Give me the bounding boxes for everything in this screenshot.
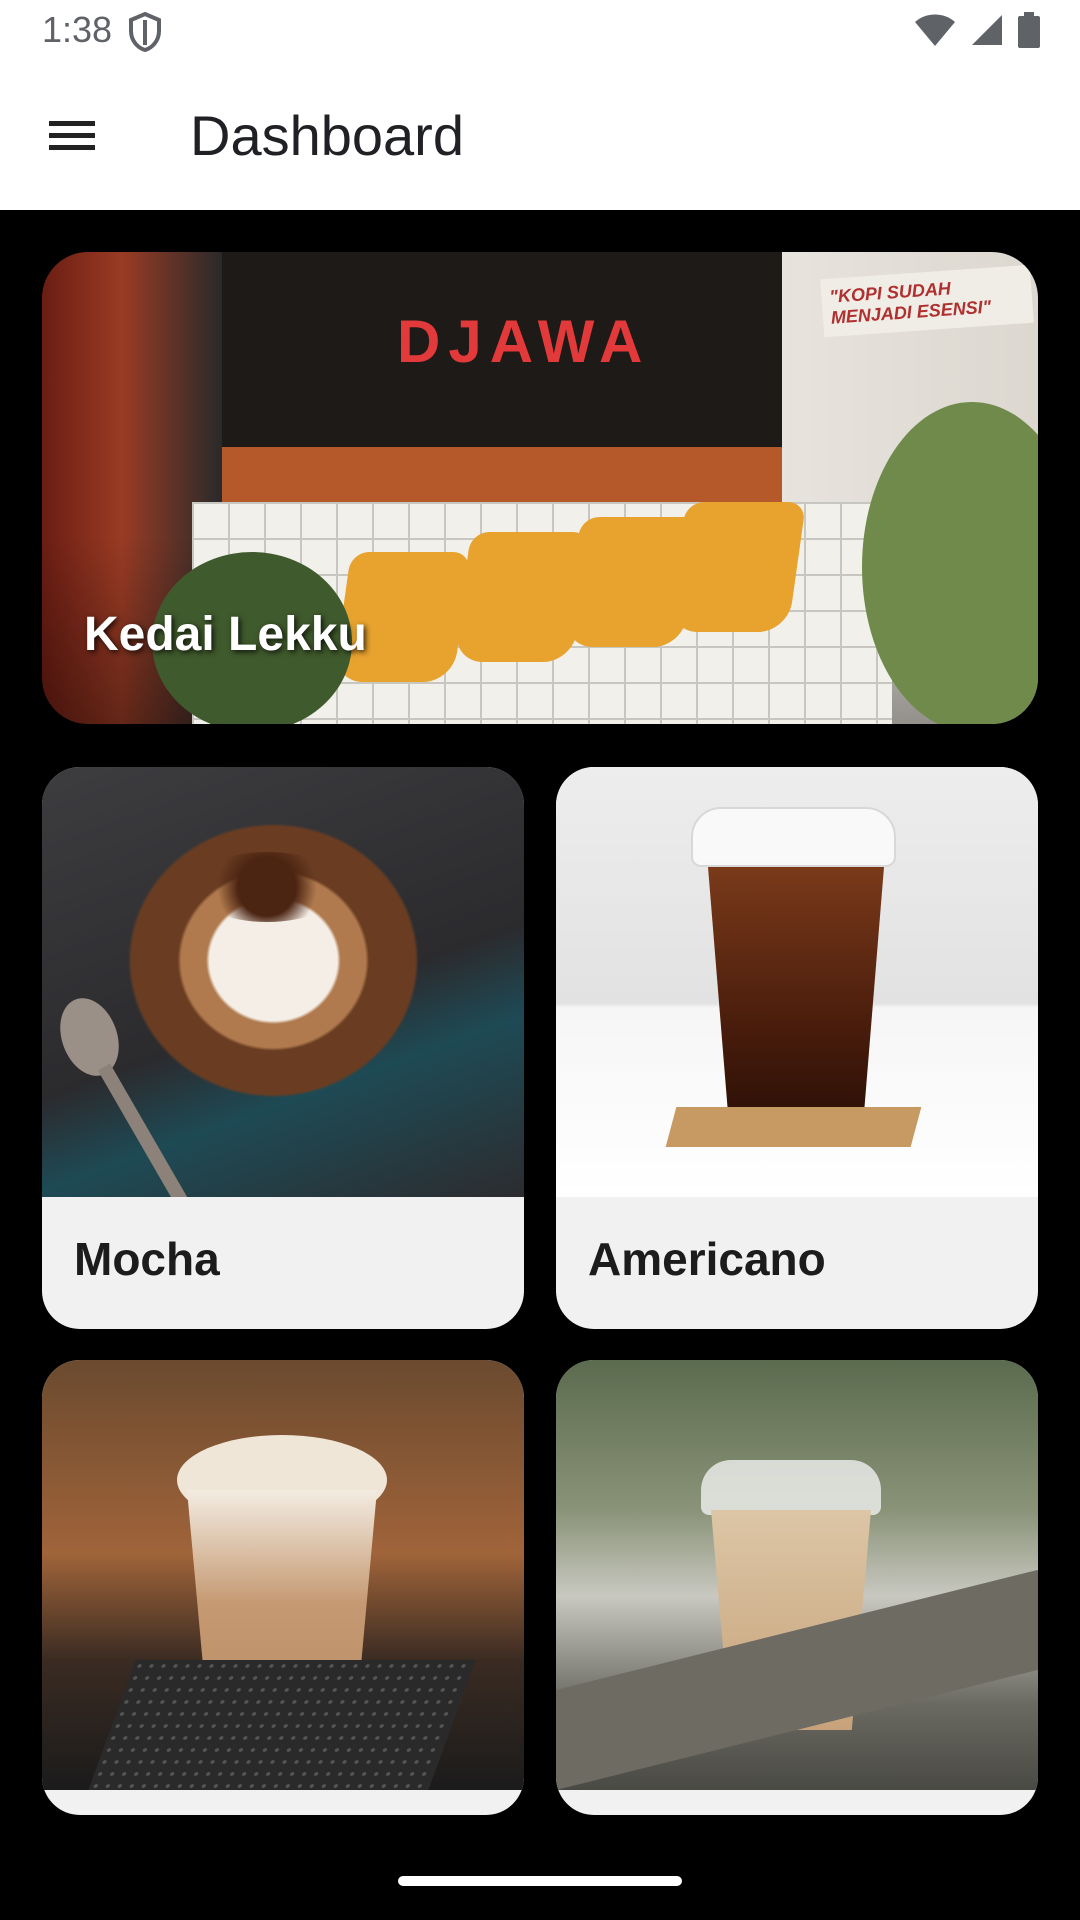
wifi-icon [915,14,955,46]
americano-photo [556,767,1038,1197]
status-time: 1:38 [42,9,113,50]
iced-latte-photo [42,1360,524,1790]
iced-coffee [708,867,884,1127]
menu-card-americano[interactable]: Americano [556,767,1038,1329]
storefront-shelf [222,447,782,507]
menu-card-label: Americano [588,1233,826,1285]
wooden-coaster [665,1107,922,1147]
menu-card-label: Mocha [74,1233,220,1285]
spoon-handle [97,1063,191,1197]
hero-card-kedai-lekku[interactable]: DJAWA "KOPI SUDAH MENJADI ESENSI" Kedai … [42,252,1038,724]
hero-title: Kedai Lekku [84,608,367,661]
chocolate-shavings [192,852,342,922]
plant-right [862,402,1038,724]
menu-card-3[interactable] [42,1360,524,1815]
signal-icon [972,15,1002,45]
scale-grid [88,1660,476,1790]
dashboard-content: DJAWA "KOPI SUDAH MENJADI ESENSI" Kedai … [0,210,1080,1815]
battery-icon [1018,12,1040,48]
app-bar: Dashboard [0,63,1080,210]
menu-icon[interactable] [44,113,100,159]
cup-lid [691,807,896,867]
mocha-photo [42,767,524,1197]
store-sign: DJAWA [397,308,651,375]
chair-4 [667,502,807,632]
menu-card-4[interactable] [556,1360,1038,1815]
cup-lid [701,1460,881,1515]
shield-icon [129,12,161,52]
home-indicator[interactable] [398,1876,682,1886]
page-title: Dashboard [190,104,464,167]
menu-card-mocha[interactable]: Mocha [42,767,524,1329]
spoon [49,990,130,1084]
berkala-coffee-photo [556,1360,1038,1790]
store-quote: "KOPI SUDAH MENJADI ESENSI" [820,264,1034,338]
status-icons [914,12,1040,48]
status-bar: 1:38 [0,0,1080,63]
